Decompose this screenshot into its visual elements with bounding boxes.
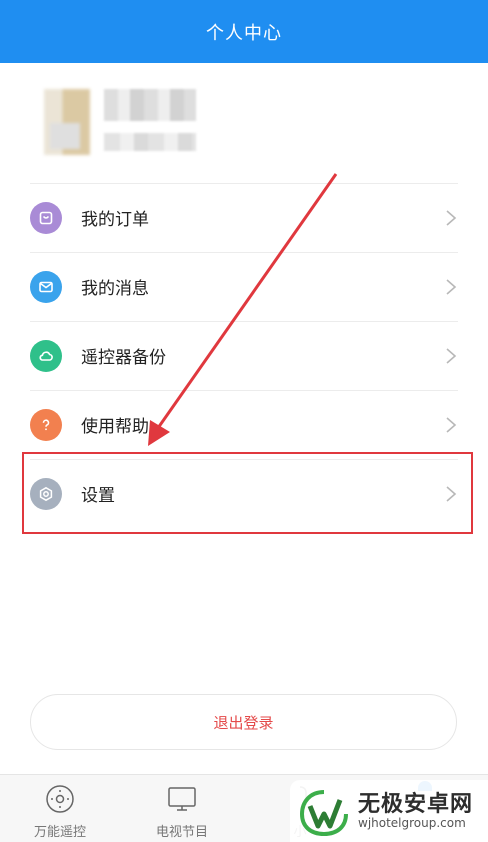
watermark-title: 无极安卓网 xyxy=(358,792,474,817)
chevron-right-icon xyxy=(446,278,457,295)
shopping-bag-icon xyxy=(30,201,62,234)
question-icon xyxy=(30,408,62,441)
menu-item-remote-backup[interactable]: 遥控器备份 xyxy=(0,321,488,390)
menu-item-label: 使用帮助 xyxy=(81,417,149,437)
menu-item-label: 我的订单 xyxy=(81,210,149,230)
header-bar: 个人中心 xyxy=(0,0,488,63)
page-title: 个人中心 xyxy=(206,22,282,44)
tab-label: 电视节目 xyxy=(155,825,208,840)
avatar[interactable] xyxy=(44,89,90,155)
username-blurred xyxy=(104,89,196,121)
menu-item-label: 我的消息 xyxy=(81,279,149,299)
mail-icon xyxy=(30,270,62,303)
watermark-logo-icon xyxy=(299,790,348,837)
tab-label: 万能遥控 xyxy=(33,825,86,840)
tab-universal-remote[interactable]: 万能遥控 xyxy=(10,775,110,842)
logout-button[interactable]: 退出登录 xyxy=(30,694,457,750)
watermark-url: wjhotelgroup.com xyxy=(358,816,466,830)
menu-item-messages[interactable]: 我的消息 xyxy=(0,252,488,321)
chevron-right-icon xyxy=(446,209,457,226)
chevron-right-icon xyxy=(446,416,457,433)
tab-tv-programs[interactable]: 电视节目 xyxy=(132,775,232,842)
profile-section[interactable] xyxy=(0,63,488,183)
chevron-right-icon xyxy=(446,347,457,364)
logout-label: 退出登录 xyxy=(213,713,274,732)
cloud-icon xyxy=(30,339,62,372)
highlight-annotation-box xyxy=(22,452,473,534)
menu-item-help[interactable]: 使用帮助 xyxy=(0,390,488,459)
watermark: 无极安卓网 wjhotelgroup.com xyxy=(290,780,488,842)
menu-item-label: 遥控器备份 xyxy=(81,348,166,368)
tv-icon xyxy=(168,787,196,811)
remote-dial-icon xyxy=(46,785,74,813)
menu-item-orders[interactable]: 我的订单 xyxy=(0,183,488,252)
user-id-blurred xyxy=(104,133,196,151)
